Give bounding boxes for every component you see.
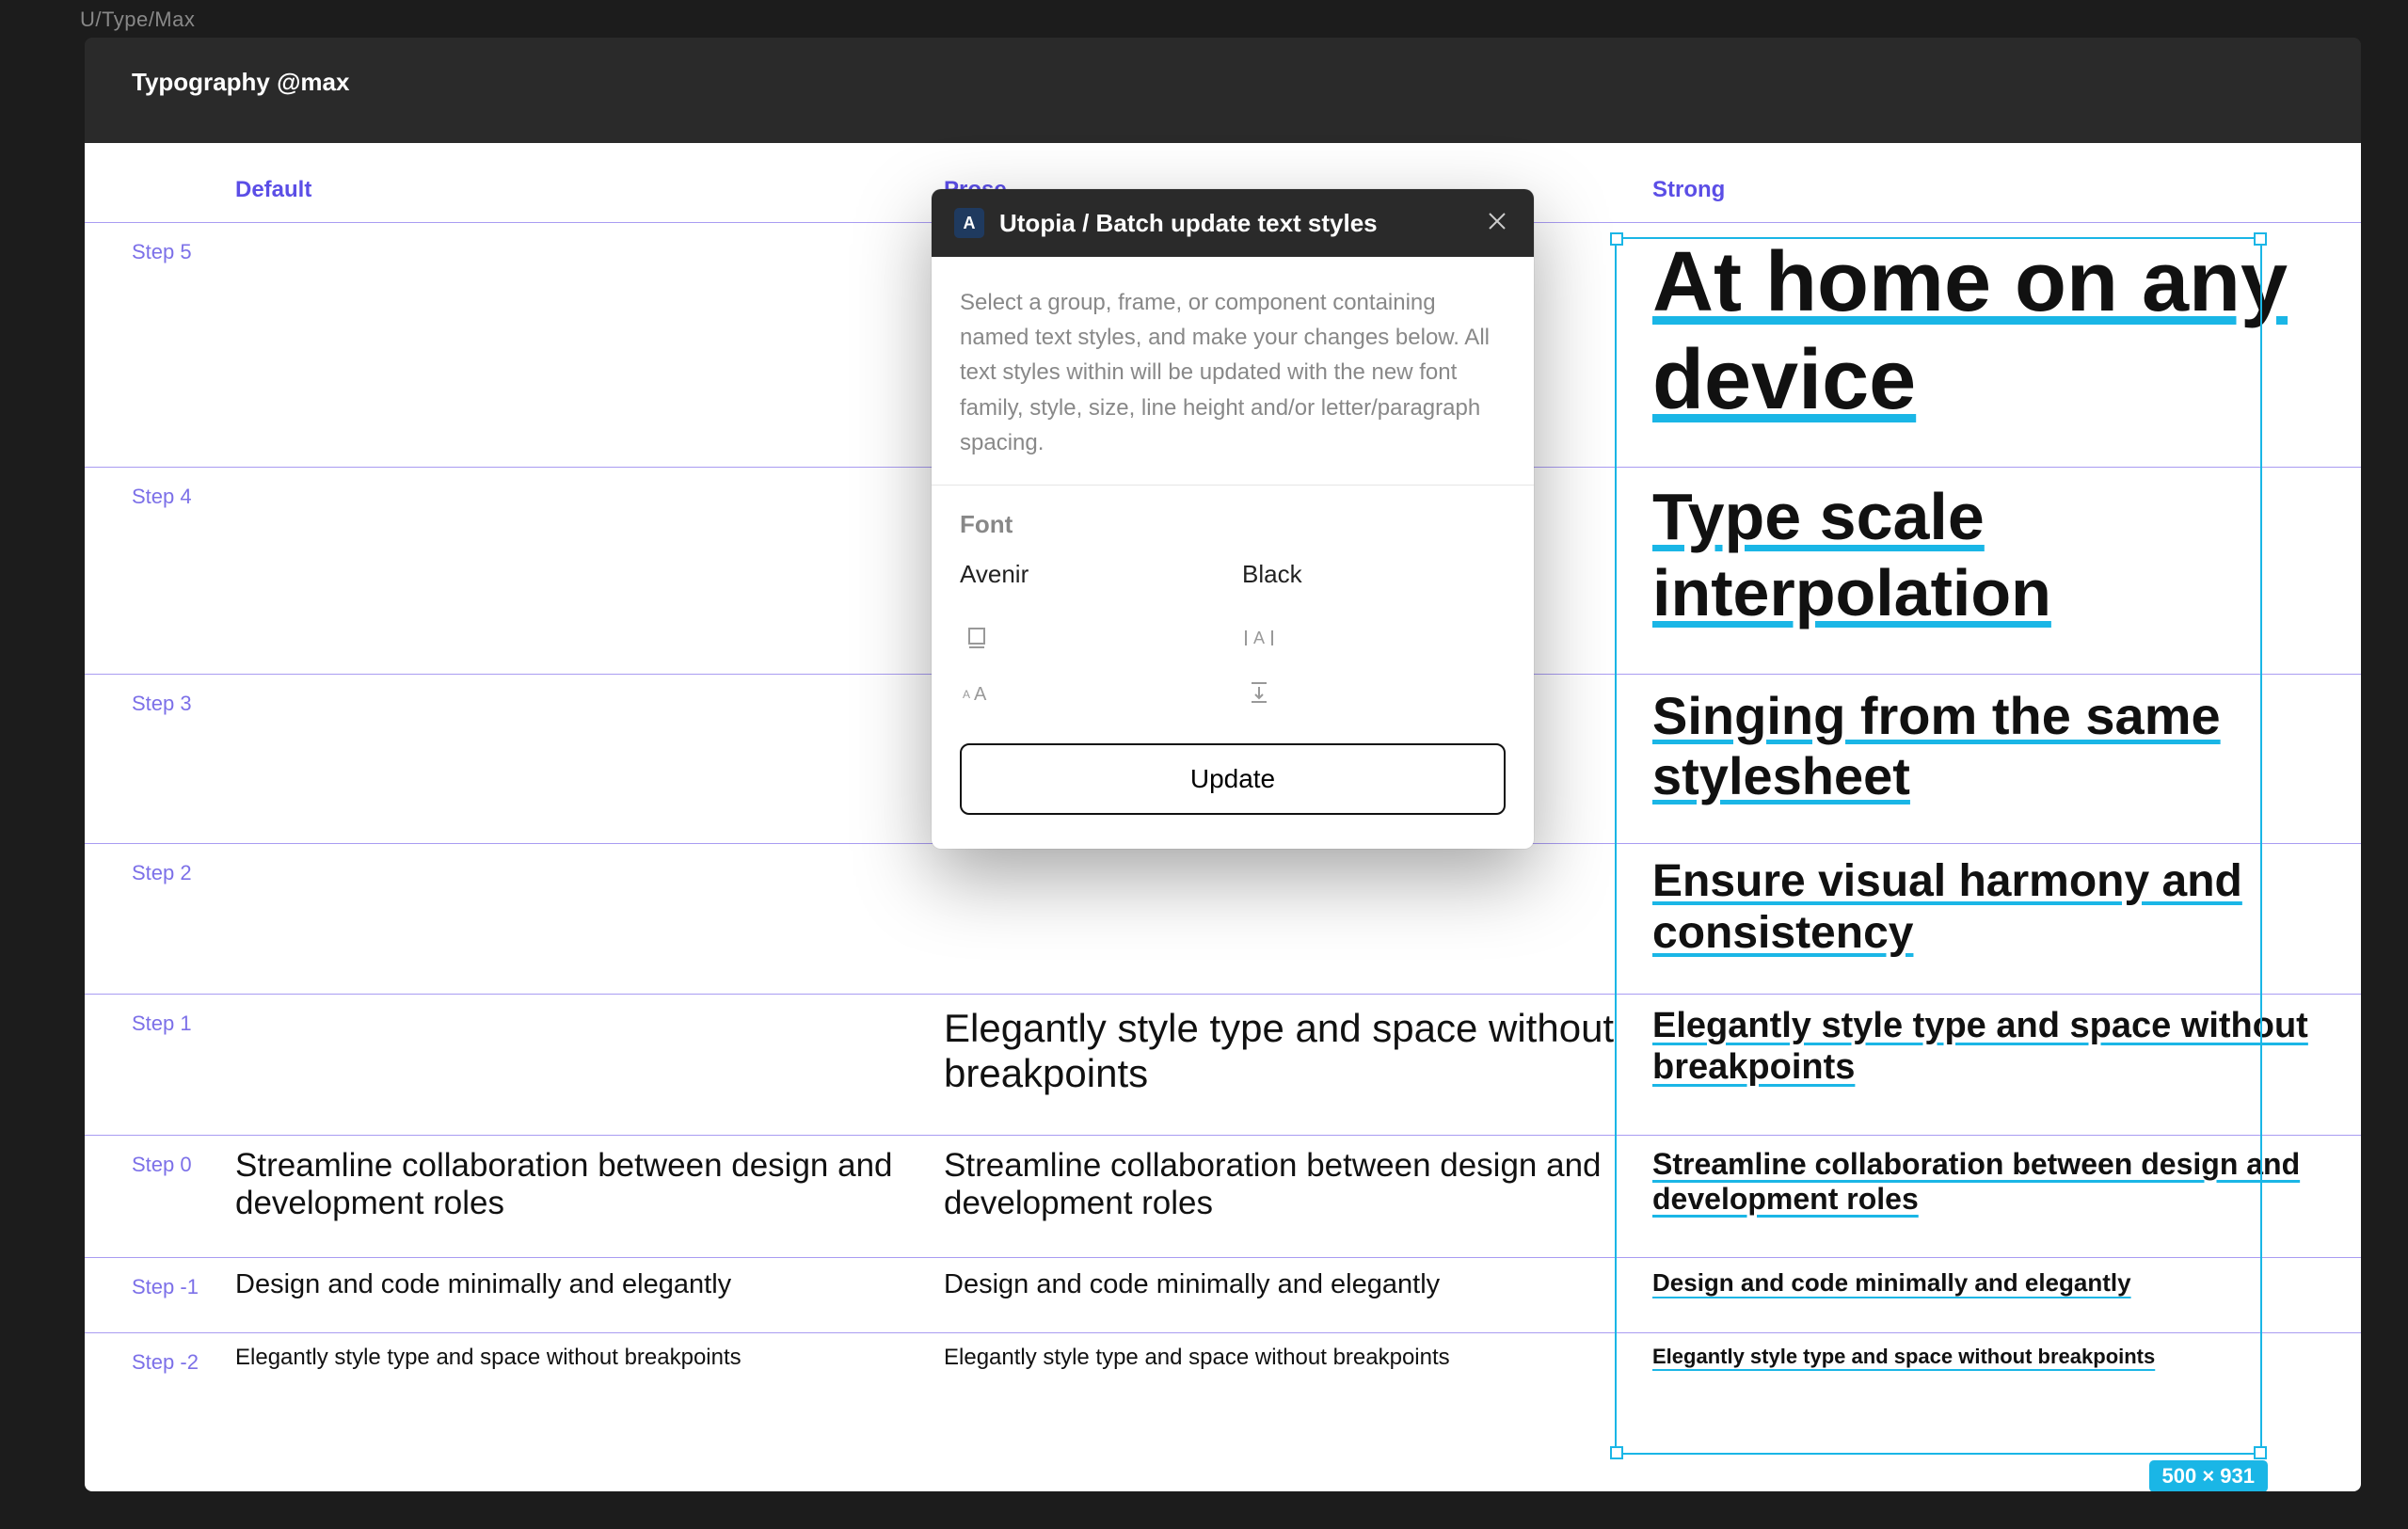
x-icon <box>1487 211 1507 231</box>
cell-default-s3[interactable] <box>235 674 944 843</box>
line-height-icon[interactable] <box>960 621 994 655</box>
svg-text:A: A <box>963 688 970 701</box>
update-button[interactable]: Update <box>960 743 1506 815</box>
cell-default-sm1[interactable]: Design and code minimally and elegantly <box>235 1257 944 1332</box>
sample-text: At home on any device <box>1652 234 2323 429</box>
sample-text: Ensure visual harmony and consistency <box>1652 855 2323 959</box>
modal-body: Select a group, frame, or component cont… <box>932 257 1534 849</box>
step-label: Step 1 <box>85 994 235 1135</box>
cell-default-s1[interactable] <box>235 994 944 1135</box>
sample-text: Design and code minimally and elegantly <box>235 1269 731 1300</box>
cell-default-s5[interactable] <box>235 222 944 467</box>
step-label: Step 3 <box>85 674 235 843</box>
sample-text: Design and code minimally and elegantly <box>944 1269 1440 1300</box>
step-label: Step 4 <box>85 467 235 674</box>
cell-strong-s2[interactable]: Ensure visual harmony and consistency <box>1652 843 2361 994</box>
sample-text: Streamline collaboration between design … <box>235 1147 906 1223</box>
cell-prose-s0[interactable]: Streamline collaboration between design … <box>944 1135 1652 1257</box>
selection-dimensions-badge: 500 × 931 <box>2149 1460 2268 1491</box>
modal-description: Select a group, frame, or component cont… <box>960 285 1506 460</box>
cell-prose-s2[interactable] <box>944 843 1652 994</box>
cell-prose-sm2[interactable]: Elegantly style type and space without b… <box>944 1332 1652 1399</box>
font-size-icon[interactable]: AA <box>960 676 994 709</box>
divider <box>932 485 1534 486</box>
cell-prose-s1[interactable]: Elegantly style type and space without b… <box>944 994 1652 1135</box>
step-label: Step 0 <box>85 1135 235 1257</box>
paragraph-spacing-icon[interactable] <box>1242 676 1276 709</box>
step-label: Step -1 <box>85 1257 235 1332</box>
sample-text: Singing from the same stylesheet <box>1652 686 2323 807</box>
sample-text: Type scale interpolation <box>1652 479 2323 630</box>
cell-strong-s0[interactable]: Streamline collaboration between design … <box>1652 1135 2361 1257</box>
svg-text:A: A <box>974 684 987 705</box>
breadcrumb: U/Type/Max <box>0 0 2408 40</box>
cell-default-s2[interactable] <box>235 843 944 994</box>
frame-title: Typography @max <box>85 38 2361 127</box>
cell-default-s0[interactable]: Streamline collaboration between design … <box>235 1135 944 1257</box>
step-label: Step -2 <box>85 1332 235 1399</box>
cell-strong-s4[interactable]: Type scale interpolation <box>1652 467 2361 674</box>
sample-text: Elegantly style type and space without b… <box>1652 1006 2323 1088</box>
cell-strong-sm1[interactable]: Design and code minimally and elegantly <box>1652 1257 2361 1332</box>
batch-update-modal[interactable]: A Utopia / Batch update text styles Sele… <box>932 189 1534 849</box>
selection-handle-bl[interactable] <box>1610 1446 1623 1459</box>
sample-text: Elegantly style type and space without b… <box>1652 1345 2155 1368</box>
modal-title: Utopia / Batch update text styles <box>999 209 1468 238</box>
step-label: Step 2 <box>85 843 235 994</box>
modal-header[interactable]: A Utopia / Batch update text styles <box>932 189 1534 257</box>
letter-spacing-icon[interactable]: A <box>1242 621 1276 655</box>
cell-strong-s5[interactable]: At home on any device <box>1652 222 2361 467</box>
sample-text: Streamline collaboration between design … <box>1652 1147 2323 1217</box>
svg-text:A: A <box>1253 629 1265 647</box>
cell-strong-s1[interactable]: Elegantly style type and space without b… <box>1652 994 2361 1135</box>
font-family-select[interactable]: Avenir <box>960 554 1223 595</box>
step-label: Step 5 <box>85 222 235 467</box>
cell-default-s4[interactable] <box>235 467 944 674</box>
sample-text: Design and code minimally and elegantly <box>1652 1269 2131 1298</box>
cell-strong-sm2[interactable]: Elegantly style type and space without b… <box>1652 1332 2361 1399</box>
cell-strong-s3[interactable]: Singing from the same stylesheet <box>1652 674 2361 843</box>
sample-text: Elegantly style type and space without b… <box>944 1345 1450 1371</box>
sample-text: Streamline collaboration between design … <box>944 1147 1615 1223</box>
column-header-default: Default <box>235 143 944 222</box>
font-section-label: Font <box>960 510 1506 539</box>
column-header-strong: Strong <box>1652 143 2361 222</box>
sample-text: Elegantly style type and space without b… <box>235 1345 742 1371</box>
cell-default-sm2[interactable]: Elegantly style type and space without b… <box>235 1332 944 1399</box>
cell-prose-sm1[interactable]: Design and code minimally and elegantly <box>944 1257 1652 1332</box>
plugin-logo-icon: A <box>954 208 984 238</box>
selection-handle-br[interactable] <box>2254 1446 2267 1459</box>
font-weight-select[interactable]: Black <box>1242 554 1506 595</box>
close-icon[interactable] <box>1483 206 1511 240</box>
sample-text: Elegantly style type and space without b… <box>944 1006 1615 1097</box>
